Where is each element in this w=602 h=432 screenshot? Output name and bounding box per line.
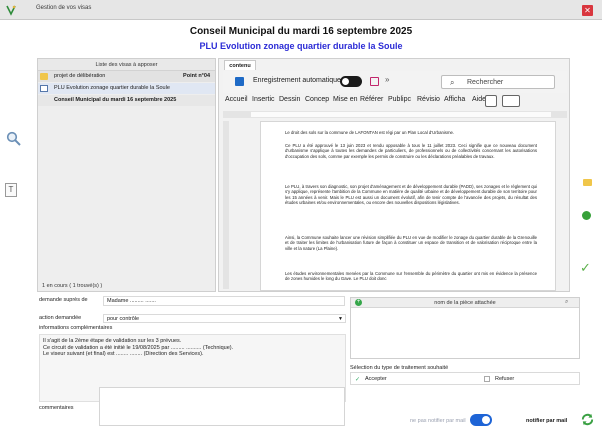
demander-field[interactable]: Madame ......... ....... bbox=[103, 296, 345, 306]
info-icon[interactable] bbox=[582, 211, 591, 220]
document-paragraph: Le droit des sols sur la commune de LAFO… bbox=[285, 130, 455, 135]
tab-publipostage[interactable]: Publipc bbox=[388, 96, 411, 103]
magnifier-icon[interactable] bbox=[6, 131, 22, 147]
list-item-label: PLU Evolution zonage quartier durable la… bbox=[54, 85, 170, 91]
document-paragraph: Ce PLU a été approuvé le 13 juin 2023 et… bbox=[285, 143, 537, 159]
list-item-point: Point n°04 bbox=[183, 73, 210, 79]
info-label: informations complémentaires bbox=[39, 325, 113, 331]
list-header: Liste des visas à apposer bbox=[38, 59, 215, 71]
save-icon[interactable] bbox=[370, 77, 379, 86]
search-input[interactable]: ⌕ Rechercher bbox=[441, 75, 555, 89]
action-value: pour contrôle bbox=[107, 316, 140, 322]
no-notify-label: ne pas notifier par mail bbox=[410, 418, 466, 424]
tab-dessin[interactable]: Dessin bbox=[279, 96, 300, 103]
document-paragraph: Ainsi, la Commune souhaite lancer une ré… bbox=[285, 235, 537, 251]
notify-toggle[interactable] bbox=[470, 414, 492, 426]
text-tool-icon[interactable]: T bbox=[5, 183, 17, 197]
vertical-ruler bbox=[223, 121, 229, 289]
visa-list-panel: Liste des visas à apposer projet de déli… bbox=[37, 58, 216, 292]
list-item[interactable]: projet de délibération Point n°04 bbox=[38, 71, 215, 82]
tab-insertion[interactable]: Insertic bbox=[252, 96, 275, 103]
check-icon[interactable]: ✓ bbox=[580, 260, 591, 276]
search-icon[interactable]: ⌕ bbox=[565, 299, 568, 306]
refuse-label[interactable]: Refuser bbox=[495, 376, 514, 382]
tab-accueil[interactable]: Accueil bbox=[225, 96, 248, 103]
demander-label: demande suprès de bbox=[39, 297, 88, 303]
tab-conception[interactable]: Concep bbox=[305, 96, 329, 103]
treatment-options: ✓ Accepter Refuser bbox=[350, 372, 580, 385]
tab-references[interactable]: Référer bbox=[360, 96, 383, 103]
autosave-toggle[interactable] bbox=[340, 76, 362, 87]
word-app-icon bbox=[235, 77, 244, 86]
edit-icon[interactable] bbox=[502, 95, 520, 107]
treatment-label: Sélection du type de traitement souhaité bbox=[350, 365, 449, 371]
document-paragraph: Le PLU, à travers son diagnostic, son pr… bbox=[285, 184, 537, 205]
folder-icon bbox=[40, 73, 48, 80]
notify-label: notifier par mail bbox=[526, 418, 568, 424]
tab-mise-en-page[interactable]: Mise en bbox=[333, 96, 358, 103]
refresh-icon[interactable] bbox=[580, 412, 595, 427]
tab-revision[interactable]: Révisio bbox=[417, 96, 440, 103]
visa-form: demande suprès de Madame ......... .....… bbox=[37, 296, 346, 427]
toggle-knob bbox=[342, 78, 349, 85]
attachment-header: nom de la pièce attachée + ⌕ bbox=[351, 298, 579, 308]
page-subtitle: PLU Evolution zonage quartier durable la… bbox=[199, 41, 403, 51]
window-title: Gestion de vos visas bbox=[36, 5, 92, 11]
document-viewer: contenu Enregistrement automatique » ⌕ R… bbox=[218, 58, 570, 292]
accept-label[interactable]: Accepter bbox=[365, 376, 387, 382]
list-item-label: projet de délibération bbox=[54, 73, 106, 79]
action-select[interactable]: pour contrôle ▼ bbox=[103, 314, 346, 323]
word-toolbar: Enregistrement automatique » ⌕ Recherche… bbox=[223, 71, 567, 93]
add-attachment-icon[interactable]: + bbox=[355, 299, 362, 306]
action-label: action demandée bbox=[39, 315, 82, 321]
page-title: Conseil Municipal du mardi 16 septembre … bbox=[189, 26, 413, 37]
search-placeholder: Rechercher bbox=[467, 79, 504, 86]
share-icon[interactable] bbox=[525, 95, 539, 107]
autosave-label: Enregistrement automatique bbox=[253, 77, 341, 84]
tab-content[interactable]: contenu bbox=[224, 60, 256, 70]
list-count-status: 1 en cours ( 1 trouvé(s) ) bbox=[42, 283, 103, 289]
document-page: Le droit des sols sur la commune de LAFO… bbox=[260, 121, 556, 291]
attachment-panel: nom de la pièce attachée + ⌕ bbox=[350, 297, 580, 359]
comments-textarea[interactable] bbox=[99, 387, 345, 426]
document-icon bbox=[40, 85, 48, 92]
close-button[interactable]: ✕ bbox=[582, 5, 593, 16]
refuse-checkbox[interactable] bbox=[484, 376, 490, 382]
list-item-label: Conseil Municipal du mardi 16 septembre … bbox=[54, 97, 177, 103]
ribbon-tabs: Accueil Insertic Dessin Concep Mise en R… bbox=[223, 95, 567, 109]
list-item[interactable]: Conseil Municipal du mardi 16 septembre … bbox=[38, 95, 215, 106]
folder-icon[interactable] bbox=[583, 179, 592, 186]
toggle-knob bbox=[482, 416, 490, 424]
tab-aide[interactable]: Aide bbox=[472, 96, 486, 103]
comment-icon[interactable] bbox=[485, 95, 497, 107]
title-bar: Gestion de vos visas ✕ bbox=[0, 0, 602, 20]
more-icon[interactable]: » bbox=[385, 75, 389, 84]
list-item[interactable]: PLU Evolution zonage quartier durable la… bbox=[38, 83, 215, 94]
info-line: Le viseur suivant (et final) est .......… bbox=[43, 351, 204, 357]
accept-checkbox[interactable]: ✓ bbox=[355, 376, 360, 383]
horizontal-ruler bbox=[223, 111, 567, 118]
attachment-title: nom de la pièce attachée bbox=[434, 300, 496, 306]
comments-label: commentaires bbox=[39, 405, 74, 411]
document-paragraph: Les études environnementales menées par … bbox=[285, 271, 537, 282]
app-logo-icon bbox=[4, 3, 18, 17]
tab-affichage[interactable]: Afficha bbox=[444, 96, 465, 103]
ruler-track bbox=[251, 112, 551, 117]
chevron-down-icon: ▼ bbox=[338, 316, 343, 322]
search-icon: ⌕ bbox=[450, 78, 455, 87]
